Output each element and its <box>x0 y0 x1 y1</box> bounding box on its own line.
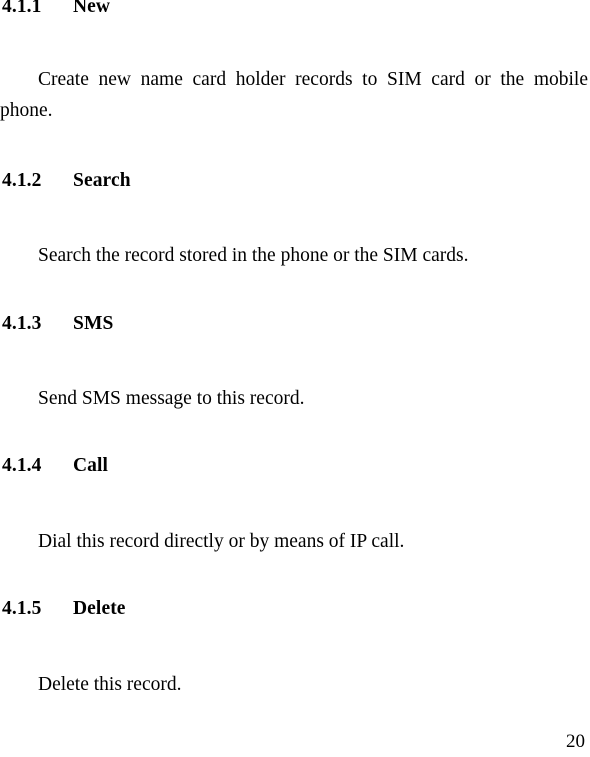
section-title: SMS <box>73 313 114 334</box>
section-body-4-1-2: Search the record stored in the phone or… <box>38 245 469 266</box>
section-heading-4-1-3: 4.1.3 SMS <box>2 313 588 335</box>
section-title: Call <box>73 455 109 476</box>
section-number: 4.1.3 <box>2 313 42 334</box>
section-heading-4-1-2: 4.1.2 Search <box>2 170 588 192</box>
section-body-4-1-1: Create new name card holder records to S… <box>0 69 588 121</box>
section-number: 4.1.1 <box>2 0 42 17</box>
section-number: 4.1.4 <box>2 455 42 476</box>
section-heading-4-1-1: 4.1.1 New <box>2 0 588 18</box>
section-title: New <box>73 0 111 17</box>
section-body-4-1-5: Delete this record. <box>38 674 182 695</box>
section-title: Search <box>73 170 131 191</box>
section-heading-4-1-4: 4.1.4 Call <box>2 455 588 477</box>
section-body-4-1-3: Send SMS message to this record. <box>38 388 305 409</box>
section-heading-4-1-5: 4.1.5 Delete <box>2 598 588 620</box>
document-page: 4.1.1 New Create new name card holder re… <box>0 0 590 757</box>
page-number: 20 <box>566 731 585 752</box>
section-title: Delete <box>73 598 126 619</box>
section-number: 4.1.5 <box>2 598 42 619</box>
section-body-4-1-4: Dial this record directly or by means of… <box>38 531 405 552</box>
section-number: 4.1.2 <box>2 170 42 191</box>
